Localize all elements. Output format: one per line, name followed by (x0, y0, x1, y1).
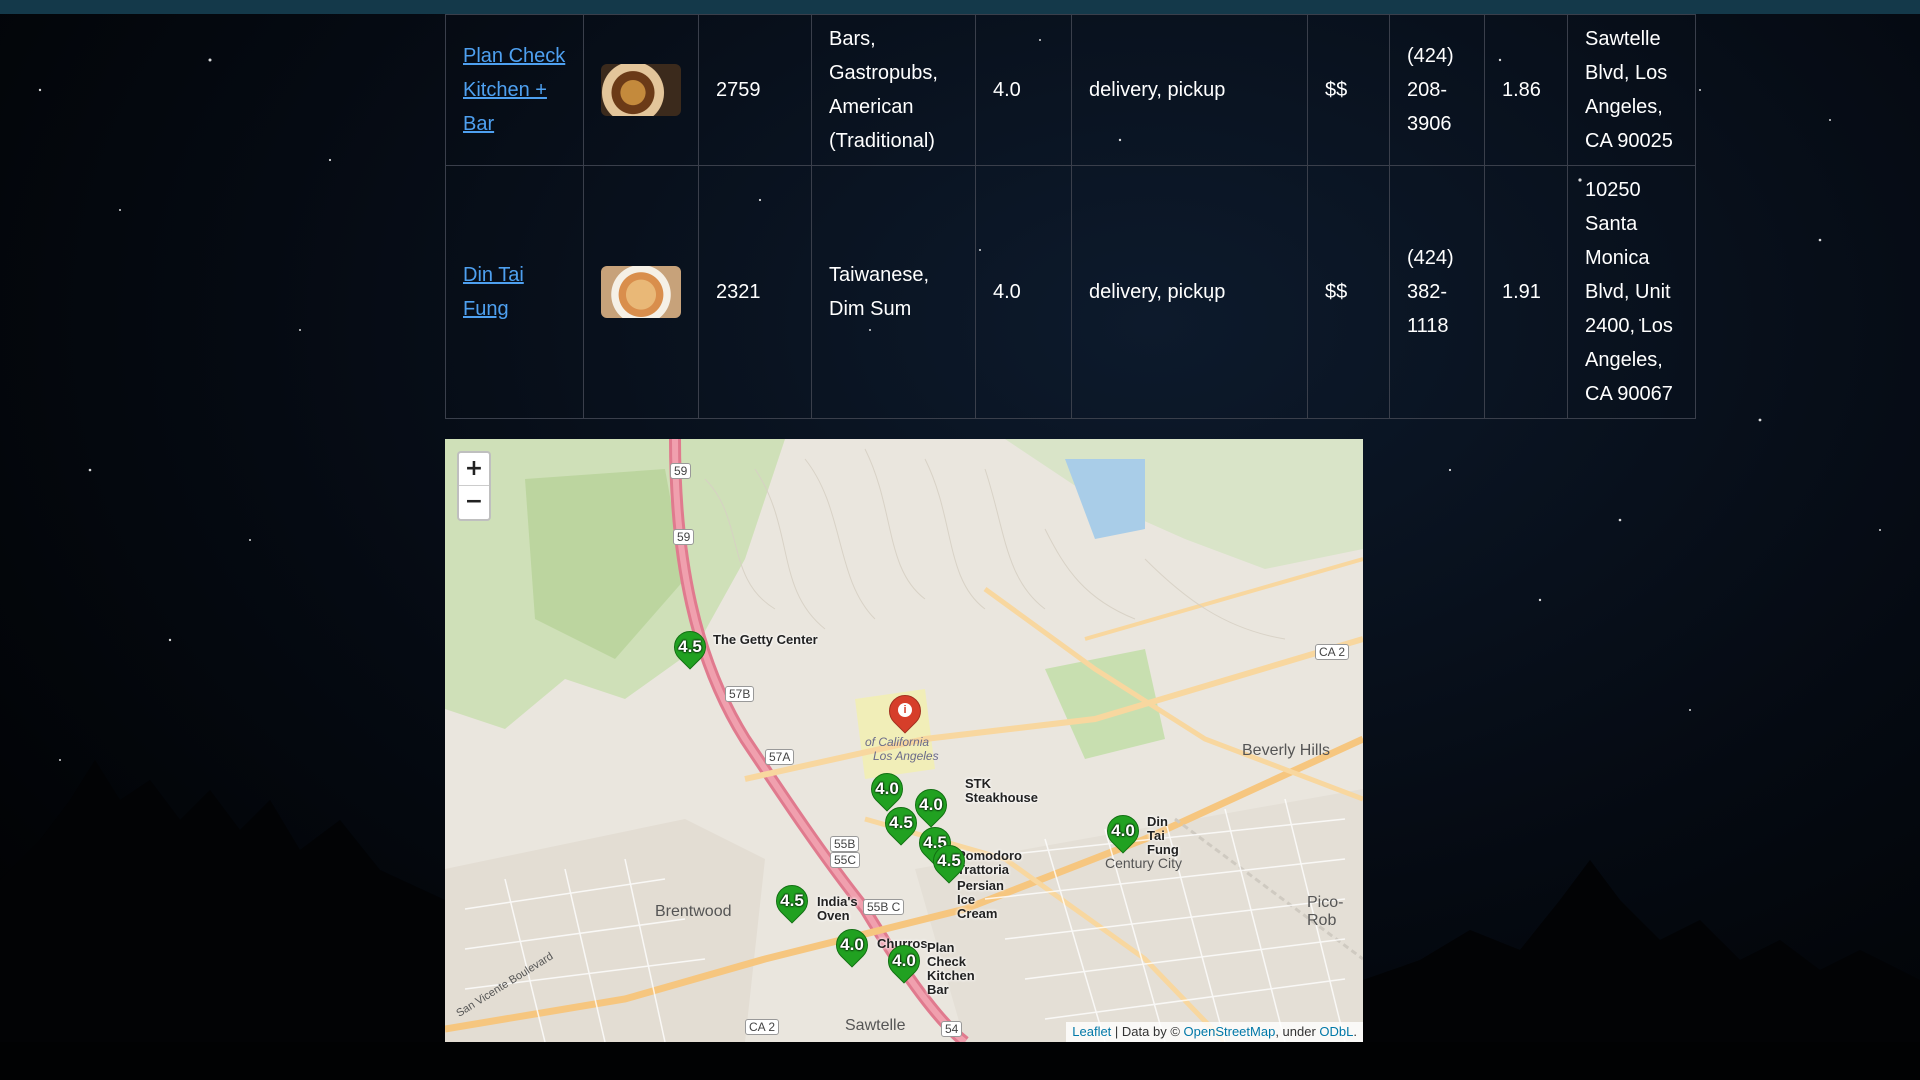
noodle-bowl-thumbnail (601, 266, 681, 318)
attribution-under: , under (1275, 1024, 1320, 1039)
route-shield: 59 (673, 529, 695, 545)
burger-thumbnail (601, 64, 681, 116)
map-marker[interactable]: 4.5 (667, 624, 713, 675)
poi-label-indias-oven: India's Oven (817, 894, 858, 923)
place-label-beverly-hills: Beverly Hills (1242, 742, 1331, 759)
name-cell: Plan Check Kitchen + Bar (445, 14, 584, 166)
attribution-text: | Data by © (1111, 1024, 1184, 1039)
zoom-control: + − (457, 451, 491, 521)
place-label-brentwood: Brentwood (655, 903, 732, 920)
poi-label-stk-steakhouse: STK Steakhouse (965, 776, 1038, 805)
map-marker[interactable]: 4.5 (769, 878, 815, 929)
route-shield: 57B (725, 686, 755, 702)
map-marker[interactable]: 4.0 (829, 922, 875, 973)
poi-label-plan-check: Plan Check Kitchen Bar (927, 940, 975, 997)
image-cell (583, 165, 699, 419)
phone: (424) 208-3906 (1389, 14, 1485, 166)
poi-label-din-tai-fung: Din Tai Fung (1147, 814, 1179, 857)
address: Sawtelle Blvd, Los Angeles, CA 90025 (1567, 14, 1696, 166)
route-shield: 55C (830, 852, 861, 868)
route-shield: 55B (830, 836, 860, 852)
restaurant-map[interactable]: Beverly Hills Century City Brentwood Saw… (445, 439, 1363, 1042)
price: $$ (1307, 14, 1390, 166)
price: $$ (1307, 165, 1390, 419)
openstreetmap-link[interactable]: OpenStreetMap (1184, 1024, 1276, 1039)
rating: 4.0 (975, 165, 1072, 419)
poi-label-getty-center: The Getty Center (713, 632, 818, 647)
transactions: delivery, pickup (1071, 165, 1308, 419)
info-icon: i (898, 703, 912, 717)
map-marker[interactable]: 4.5 (878, 800, 924, 851)
distance: 1.86 (1484, 14, 1568, 166)
map-marker[interactable]: 4.0 (881, 938, 927, 989)
categories: Bars, Gastropubs, American (Traditional) (811, 14, 976, 166)
review-count: 2759 (698, 14, 812, 166)
phone: (424) 382-1118 (1389, 165, 1485, 419)
zoom-out-button[interactable]: − (459, 486, 489, 519)
map-attribution: Leaflet | Data by © OpenStreetMap, under… (1066, 1022, 1363, 1042)
restaurant-name-link[interactable]: Din Tai Fung (463, 264, 524, 320)
map-marker[interactable]: 4.0 (1100, 808, 1146, 859)
poi-label-persian-ice-cream: Persian Ice Cream (957, 878, 1004, 921)
restaurant-results-table: Plan Check Kitchen + Bar 2759 Bars, Gast… (445, 14, 1696, 419)
table-row: Plan Check Kitchen + Bar 2759 Bars, Gast… (445, 14, 1696, 166)
route-shield: CA 2 (1315, 644, 1350, 660)
poi-label-pomodoro-trattoria: Pomodoro Trattoria (957, 848, 1022, 877)
route-shield: CA 2 (745, 1019, 780, 1035)
place-label-los-angeles: Los Angeles (873, 749, 939, 763)
place-label-sawtelle: Sawtelle (845, 1017, 906, 1034)
distance: 1.91 (1484, 165, 1568, 419)
zoom-in-button[interactable]: + (459, 453, 489, 486)
leaflet-link[interactable]: Leaflet (1072, 1024, 1111, 1039)
odbl-link[interactable]: ODbL (1319, 1024, 1353, 1039)
rating: 4.0 (975, 14, 1072, 166)
name-cell: Din Tai Fung (445, 165, 584, 419)
route-shield: 54 (941, 1021, 963, 1037)
current-location-marker[interactable]: i (882, 688, 928, 739)
categories: Taiwanese, Dim Sum (811, 165, 976, 419)
map-marker[interactable]: 4.5 (926, 838, 972, 889)
review-count: 2321 (698, 165, 812, 419)
table-row: Din Tai Fung 2321 Taiwanese, Dim Sum 4.0… (445, 165, 1696, 419)
route-shield: 57A (765, 749, 795, 765)
image-cell (583, 14, 699, 166)
place-label-pico-robertson: Pico-Rob (1307, 894, 1344, 929)
restaurant-name-link[interactable]: Plan Check Kitchen + Bar (463, 45, 565, 135)
attribution-end: . (1353, 1024, 1357, 1039)
route-shield: 59 (670, 463, 692, 479)
address: 10250 Santa Monica Blvd, Unit 2400, Los … (1567, 165, 1696, 419)
transactions: delivery, pickup (1071, 14, 1308, 166)
